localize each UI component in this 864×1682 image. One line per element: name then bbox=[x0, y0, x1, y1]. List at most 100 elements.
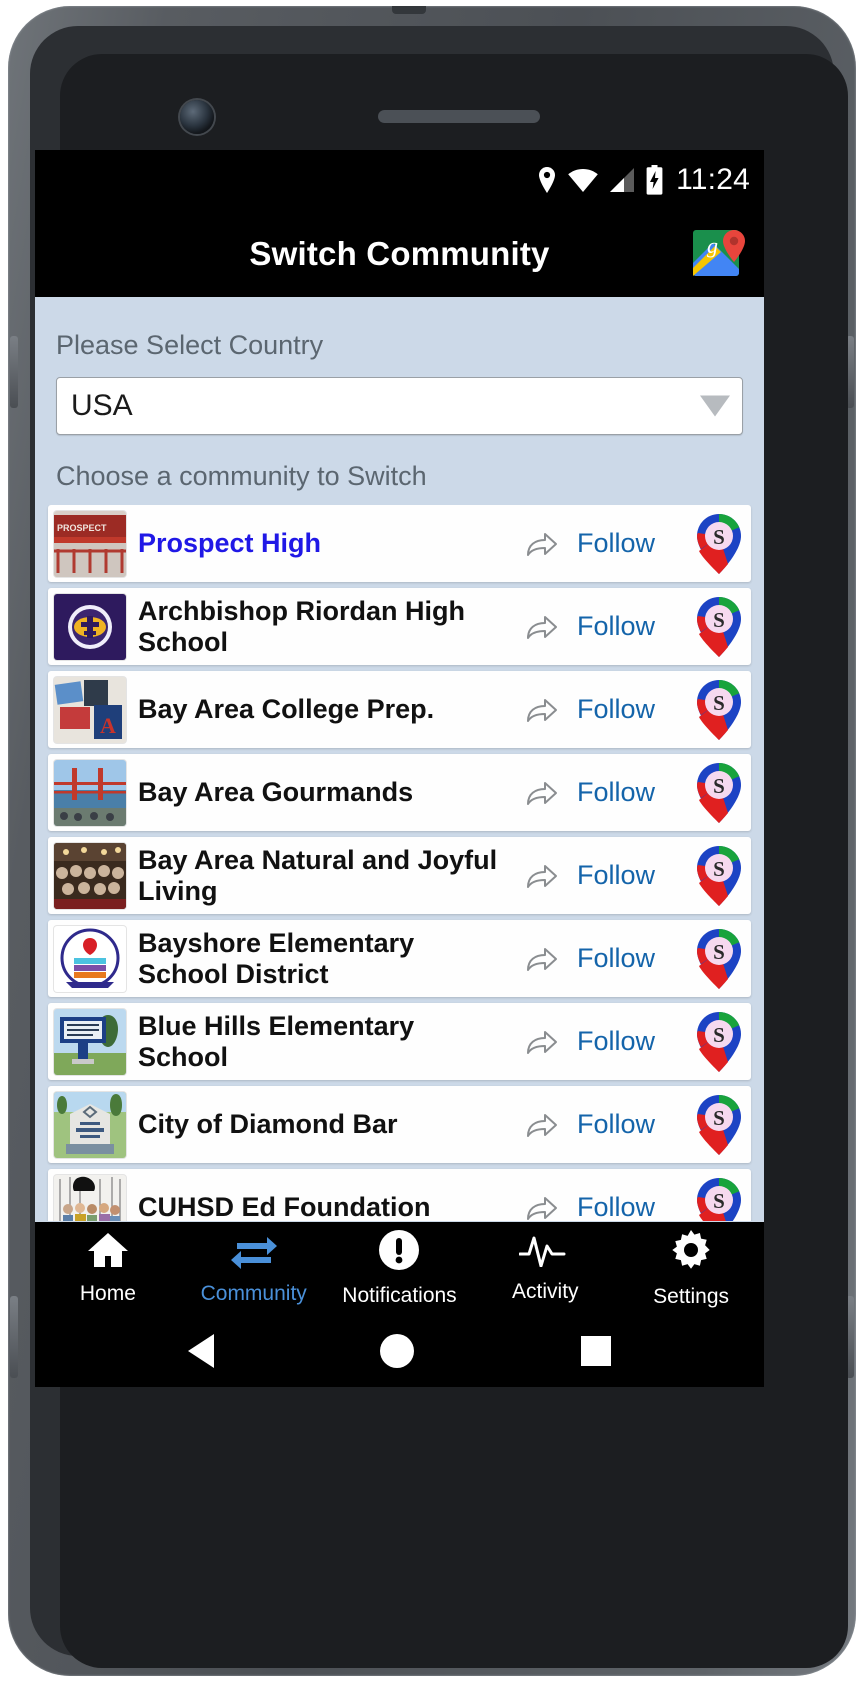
dropdown-caret-icon bbox=[700, 395, 730, 417]
svg-text:g: g bbox=[707, 233, 718, 258]
community-name[interactable]: Archbishop Riordan High School bbox=[126, 596, 519, 656]
choose-community-label: Choose a community to Switch bbox=[56, 461, 427, 491]
bay-area-college-prep-thumb: A bbox=[54, 676, 126, 743]
svg-text:S: S bbox=[713, 691, 725, 715]
community-name[interactable]: Bay Area College Prep. bbox=[126, 694, 519, 724]
share-arrow-icon[interactable] bbox=[519, 530, 565, 558]
front-camera bbox=[180, 100, 214, 134]
main-content: Please Select Country USA Choose a commu… bbox=[35, 297, 764, 1222]
share-arrow-icon[interactable] bbox=[519, 779, 565, 807]
bay-area-natural-thumb bbox=[54, 842, 126, 909]
share-arrow-icon[interactable] bbox=[519, 862, 565, 890]
switch-pin-icon[interactable]: S bbox=[689, 928, 749, 990]
share-arrow-icon[interactable] bbox=[519, 1194, 565, 1222]
follow-button[interactable]: Follow bbox=[565, 860, 689, 891]
status-bar: 11:24 bbox=[35, 150, 764, 210]
community-name[interactable]: Blue Hills Elementary School bbox=[126, 1011, 519, 1071]
tab-community-label: Community bbox=[200, 1282, 307, 1305]
switch-pin-icon[interactable]: S bbox=[689, 596, 749, 658]
prospect-high-thumb: PROSPECT bbox=[54, 510, 126, 577]
status-bar-clock: 11:24 bbox=[676, 163, 750, 196]
switch-pin-icon[interactable]: S bbox=[689, 845, 749, 907]
follow-button[interactable]: Follow bbox=[565, 943, 689, 974]
phone-top-notch bbox=[392, 6, 426, 14]
bayshore-elementary-thumb bbox=[54, 925, 126, 992]
follow-button[interactable]: Follow bbox=[565, 611, 689, 642]
pulse-icon bbox=[518, 1233, 571, 1272]
city-of-diamond-bar-thumb bbox=[54, 1091, 126, 1158]
home-icon bbox=[86, 1231, 130, 1274]
switch-pin-icon[interactable]: S bbox=[689, 762, 749, 824]
back-triangle-icon[interactable] bbox=[188, 1334, 215, 1368]
switch-pin-icon[interactable]: S bbox=[689, 679, 749, 741]
tab-settings[interactable]: Settings bbox=[618, 1228, 764, 1309]
tab-community[interactable]: Community bbox=[181, 1231, 327, 1306]
switch-pin-icon[interactable]: S bbox=[689, 1177, 749, 1221]
follow-button[interactable]: Follow bbox=[565, 1109, 689, 1140]
svg-text:PROSPECT: PROSPECT bbox=[57, 523, 107, 533]
list-item[interactable]: A Bay Area College Prep. Follow S bbox=[48, 671, 751, 748]
tab-home[interactable]: Home bbox=[35, 1231, 181, 1306]
community-name[interactable]: CUHSD Ed Foundation bbox=[126, 1192, 519, 1221]
community-list[interactable]: PROSPECT Prospect High Follow S Archbish… bbox=[35, 505, 764, 1221]
country-field-label: Please Select Country bbox=[56, 330, 324, 360]
cuhsd-ed-foundation-thumb bbox=[54, 1174, 126, 1221]
community-name[interactable]: City of Diamond Bar bbox=[126, 1109, 519, 1139]
community-name[interactable]: Bayshore Elementary School District bbox=[126, 928, 519, 988]
switch-arrows-icon bbox=[230, 1231, 277, 1274]
tab-activity[interactable]: Activity bbox=[472, 1233, 618, 1304]
list-item[interactable]: Archbishop Riordan High School Follow S bbox=[48, 588, 751, 665]
tab-home-label: Home bbox=[79, 1282, 136, 1305]
share-arrow-icon[interactable] bbox=[519, 945, 565, 973]
follow-button[interactable]: Follow bbox=[565, 1192, 689, 1221]
android-nav-bar bbox=[35, 1315, 764, 1387]
side-button-left-bottom[interactable] bbox=[10, 1296, 18, 1378]
alert-circle-icon bbox=[378, 1229, 420, 1276]
share-arrow-icon[interactable] bbox=[519, 613, 565, 641]
svg-text:S: S bbox=[713, 774, 725, 798]
list-item[interactable]: PROSPECT Prospect High Follow S bbox=[48, 505, 751, 582]
follow-button[interactable]: Follow bbox=[565, 1026, 689, 1057]
signal-icon bbox=[608, 167, 636, 193]
switch-pin-icon[interactable]: S bbox=[689, 513, 749, 575]
list-item[interactable]: Blue Hills Elementary School Follow S bbox=[48, 1003, 751, 1080]
svg-text:S: S bbox=[713, 857, 725, 881]
share-arrow-icon[interactable] bbox=[519, 1028, 565, 1056]
recents-square-icon[interactable] bbox=[580, 1336, 611, 1366]
share-arrow-icon[interactable] bbox=[519, 1111, 565, 1139]
country-select[interactable]: USA bbox=[56, 377, 743, 435]
list-item[interactable]: CUHSD Ed Foundation Follow S bbox=[48, 1169, 751, 1221]
earpiece-speaker bbox=[378, 110, 540, 123]
follow-button[interactable]: Follow bbox=[565, 528, 689, 559]
location-icon bbox=[536, 166, 558, 194]
community-name[interactable]: Prospect High bbox=[126, 528, 519, 558]
page-title: Switch Community bbox=[249, 234, 550, 272]
share-arrow-icon[interactable] bbox=[519, 696, 565, 724]
list-item[interactable]: Bay Area Natural and Joyful Living Follo… bbox=[48, 837, 751, 914]
tab-notifications[interactable]: Notifications bbox=[327, 1229, 473, 1308]
svg-text:S: S bbox=[713, 608, 725, 632]
svg-text:S: S bbox=[713, 1023, 725, 1047]
list-item[interactable]: Bayshore Elementary School District Foll… bbox=[48, 920, 751, 997]
archbishop-riordan-thumb bbox=[54, 593, 126, 660]
gear-icon bbox=[669, 1228, 713, 1277]
community-name[interactable]: Bay Area Natural and Joyful Living bbox=[126, 845, 519, 905]
battery-charging-icon bbox=[645, 165, 664, 195]
switch-pin-icon[interactable]: S bbox=[689, 1011, 749, 1073]
follow-button[interactable]: Follow bbox=[565, 777, 689, 808]
tab-activity-label: Activity bbox=[512, 1280, 579, 1303]
app-bar: Switch Community g bbox=[35, 210, 764, 297]
side-button-left-top[interactable] bbox=[10, 336, 18, 408]
list-item[interactable]: Bay Area Gourmands Follow S bbox=[48, 754, 751, 831]
home-circle-icon[interactable] bbox=[380, 1334, 415, 1368]
country-selected-value: USA bbox=[71, 389, 133, 422]
follow-button[interactable]: Follow bbox=[565, 694, 689, 725]
community-name[interactable]: Bay Area Gourmands bbox=[126, 777, 519, 807]
google-maps-icon[interactable]: g bbox=[691, 226, 747, 282]
svg-text:S: S bbox=[713, 1106, 725, 1130]
switch-pin-icon[interactable]: S bbox=[689, 1094, 749, 1156]
list-item[interactable]: City of Diamond Bar Follow S bbox=[48, 1086, 751, 1163]
tab-notifications-label: Notifications bbox=[342, 1284, 457, 1307]
svg-text:S: S bbox=[713, 1189, 725, 1213]
wifi-icon bbox=[567, 167, 599, 193]
